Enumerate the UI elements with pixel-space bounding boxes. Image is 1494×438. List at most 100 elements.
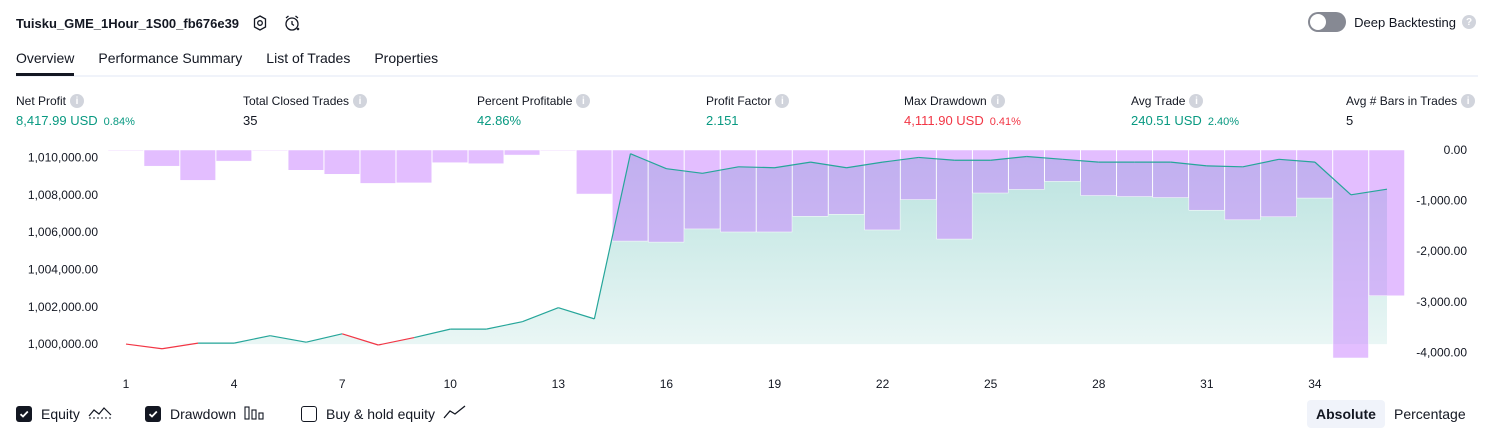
tab-list-of-trades[interactable]: List of Trades xyxy=(266,44,350,73)
drawdown-bar xyxy=(107,149,144,152)
strategy-header: Tuisku_GME_1Hour_1S00_fb676e39 xyxy=(16,10,303,36)
metric-avg-bars-in-trades: Avg # Bars in Trades i 5 xyxy=(1346,94,1476,128)
buy-hold-line-icon xyxy=(443,404,467,423)
legend-buy-hold-equity[interactable]: Buy & hold equity xyxy=(301,404,467,423)
y-left-tick-label: 1,006,000.00 xyxy=(28,225,98,239)
y-right-tick-label: -2,000.00 xyxy=(1416,244,1467,258)
info-icon[interactable]: i xyxy=(1189,94,1204,108)
metric-label: Total Closed Trades xyxy=(243,94,350,108)
drawdown-bar xyxy=(432,149,469,163)
metric-label: Percent Profitable xyxy=(477,94,573,108)
drawdown-bar xyxy=(1332,149,1369,359)
drawdown-bar xyxy=(179,149,216,181)
drawdown-bar xyxy=(972,149,1009,194)
drawdown-bar xyxy=(395,149,433,184)
drawdown-bar xyxy=(720,149,757,233)
info-icon[interactable]: i xyxy=(1461,94,1476,108)
x-tick-label: 25 xyxy=(984,377,998,391)
strategy-name: Tuisku_GME_1Hour_1S00_fb676e39 xyxy=(16,15,240,31)
metric-value: 8,417.99 USD xyxy=(16,113,98,128)
tab-overview[interactable]: Overview xyxy=(16,44,75,76)
metric-value: 240.51 USD xyxy=(1131,113,1202,128)
info-icon[interactable]: i xyxy=(576,94,591,108)
drawdown-bar xyxy=(287,149,324,171)
drawdown-bar xyxy=(504,149,541,156)
metric-profit-factor: Profit Factor i 2.151 xyxy=(706,94,790,128)
info-icon[interactable]: i xyxy=(353,94,368,108)
metric-label: Avg Trade xyxy=(1131,94,1186,108)
buy-hold-checkbox[interactable] xyxy=(301,405,317,422)
toggle-knob xyxy=(1310,14,1327,30)
drawdown-bar xyxy=(359,149,396,184)
tab-properties[interactable]: Properties xyxy=(374,44,438,73)
metric-label: Avg # Bars in Trades xyxy=(1346,94,1458,108)
drawdown-bar xyxy=(1008,149,1045,190)
drawdown-bar xyxy=(323,149,360,175)
drawdown-bar xyxy=(1368,149,1405,296)
x-tick-label: 1 xyxy=(123,377,130,391)
drawdown-bar xyxy=(1152,149,1189,198)
drawdown-bar xyxy=(540,149,577,152)
x-tick-label: 10 xyxy=(444,377,458,391)
legend-label: Drawdown xyxy=(170,405,237,422)
drawdown-bar xyxy=(612,149,649,242)
info-icon[interactable]: i xyxy=(990,94,1005,108)
x-tick-label: 16 xyxy=(660,377,674,391)
x-tick-label: 31 xyxy=(1200,377,1214,391)
report-tabs: Overview Performance Summary List of Tra… xyxy=(16,44,1478,77)
metric-value: 5 xyxy=(1346,113,1354,128)
x-tick-label: 34 xyxy=(1308,377,1322,391)
legend-drawdown[interactable]: Drawdown xyxy=(145,404,266,423)
metric-label: Max Drawdown xyxy=(904,94,987,108)
x-tick-label: 7 xyxy=(339,377,346,391)
alert-clock-icon[interactable] xyxy=(281,12,303,34)
equity-checkbox[interactable] xyxy=(16,405,32,422)
metric-value: 35 xyxy=(243,113,258,128)
metric-label: Net Profit xyxy=(16,94,67,108)
legend-label: Buy & hold equity xyxy=(326,405,435,422)
metric-value: 2.151 xyxy=(706,113,739,128)
metric-label: Profit Factor xyxy=(706,94,772,108)
x-tick-label: 13 xyxy=(552,377,566,391)
metric-percent: 0.41% xyxy=(989,116,1021,128)
drawdown-bar xyxy=(1080,149,1117,196)
drawdown-bar xyxy=(468,149,505,164)
drawdown-bar xyxy=(1116,149,1153,197)
drawdown-bar xyxy=(143,149,180,167)
drawdown-bar xyxy=(792,149,829,217)
absolute-scale-button[interactable]: Absolute xyxy=(1307,400,1385,428)
y-right-tick-label: -4,000.00 xyxy=(1416,345,1467,359)
equity-line-icon xyxy=(88,404,112,423)
metric-percent-profitable: Percent Profitable i 42.86% xyxy=(477,94,591,128)
info-icon[interactable]: i xyxy=(70,94,85,108)
y-left-tick-label: 1,004,000.00 xyxy=(28,262,98,276)
y-right-tick-label: 0.00 xyxy=(1444,143,1468,157)
drawdown-checkbox[interactable] xyxy=(145,405,161,422)
deep-backtesting-toggle[interactable] xyxy=(1308,12,1347,32)
x-tick-label: 22 xyxy=(876,377,890,391)
info-icon[interactable]: i xyxy=(775,94,790,108)
help-icon[interactable]: ? xyxy=(1462,15,1476,29)
metric-value: 4,111.90 USD xyxy=(904,113,984,128)
metric-avg-trade: Avg Trade i 240.51 USD 2.40% xyxy=(1131,94,1239,128)
y-left-tick-label: 1,000,000.00 xyxy=(28,337,98,351)
drawdown-bar xyxy=(215,149,252,162)
metric-max-drawdown: Max Drawdown i 4,111.90 USD 0.41% xyxy=(904,94,1021,128)
legend-label: Equity xyxy=(41,405,80,422)
legend-equity[interactable]: Equity xyxy=(16,404,112,423)
tab-performance-summary[interactable]: Performance Summary xyxy=(98,44,242,73)
drawdown-bar xyxy=(828,149,865,215)
drawdown-bar xyxy=(1224,149,1261,221)
metric-percent: 0.84% xyxy=(103,116,135,128)
x-tick-label: 4 xyxy=(231,377,238,391)
drawdown-bar xyxy=(251,149,288,152)
y-left-tick-label: 1,002,000.00 xyxy=(28,300,98,314)
drawdown-bar xyxy=(576,149,613,195)
deep-backtesting-label: Deep Backtesting xyxy=(1354,14,1456,30)
equity-line-segment xyxy=(125,343,163,350)
deep-backtesting-control: Deep Backtesting ? xyxy=(1308,12,1476,32)
y-right-tick-label: -3,000.00 xyxy=(1416,295,1467,309)
percentage-scale-button[interactable]: Percentage xyxy=(1385,400,1475,428)
drawdown-bar xyxy=(684,149,721,230)
settings-icon[interactable] xyxy=(249,12,271,34)
